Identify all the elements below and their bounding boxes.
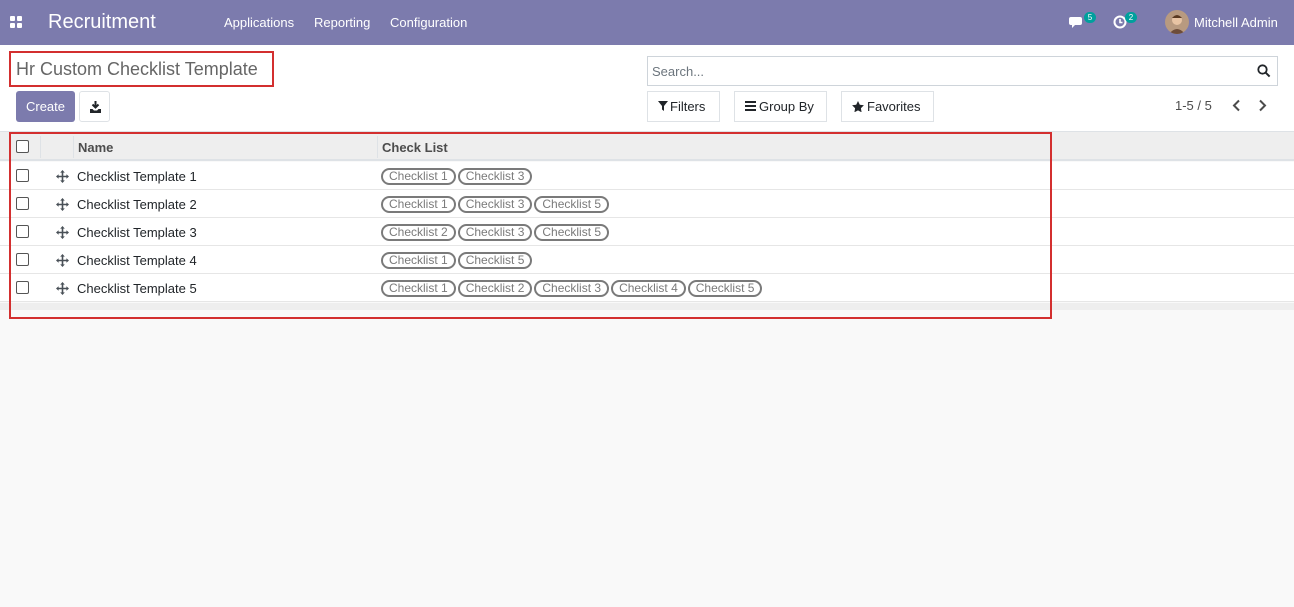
row-name: Checklist Template 4 bbox=[77, 253, 197, 268]
table-row[interactable]: Checklist Template 1 Checklist 1 Checklist… bbox=[0, 162, 1294, 190]
messages-badge: 5 bbox=[1084, 12, 1096, 23]
checklist-tags: Checklist 1 Checklist 3 bbox=[381, 168, 534, 185]
drag-handle-icon[interactable] bbox=[56, 282, 69, 295]
row-name: Checklist Template 3 bbox=[77, 225, 197, 240]
checklist-tag: Checklist 3 bbox=[457, 196, 533, 213]
checklist-tag: Checklist 2 bbox=[381, 224, 456, 241]
checklist-tag: Checklist 1 bbox=[381, 252, 456, 269]
search-input[interactable] bbox=[652, 61, 1252, 81]
group-by-button[interactable]: Group By bbox=[734, 91, 827, 122]
menu-configuration[interactable]: Configuration bbox=[390, 15, 467, 30]
app-title[interactable]: Recruitment bbox=[48, 10, 156, 34]
drag-handle-icon[interactable] bbox=[56, 226, 69, 239]
activities-badge: 2 bbox=[1125, 12, 1137, 23]
row-name: Checklist Template 2 bbox=[77, 197, 197, 212]
page-title: Hr Custom Checklist Template bbox=[16, 59, 258, 79]
checklist-tag: Checklist 3 bbox=[534, 280, 610, 297]
checklist-tags: Checklist 1 Checklist 2 Checklist 3 Checkli… bbox=[381, 280, 764, 297]
apps-grid-icon[interactable] bbox=[10, 16, 22, 28]
filters-button[interactable]: Filters bbox=[647, 91, 720, 122]
column-divider bbox=[73, 136, 74, 158]
checklist-tag: Checklist 5 bbox=[534, 196, 610, 213]
select-all-checkbox[interactable] bbox=[16, 140, 29, 153]
favorites-label: Favorites bbox=[867, 99, 921, 114]
chevron-left-icon[interactable] bbox=[1231, 99, 1241, 112]
row-checkbox[interactable] bbox=[16, 225, 29, 238]
list-view: Name Check List Checklist Template 1 Chec… bbox=[0, 132, 1294, 319]
table-header: Name Check List bbox=[0, 132, 1294, 161]
row-checkbox[interactable] bbox=[16, 197, 29, 210]
checklist-tag: Checklist 1 bbox=[381, 168, 456, 185]
chat-icon[interactable] bbox=[1069, 14, 1085, 30]
row-name: Checklist Template 1 bbox=[77, 169, 197, 184]
table-row[interactable]: Checklist Template 5 Checklist 1 Checklist… bbox=[0, 274, 1294, 302]
search-icon[interactable] bbox=[1257, 64, 1271, 78]
group-by-label: Group By bbox=[759, 99, 814, 114]
download-icon bbox=[90, 101, 101, 113]
row-name: Checklist Template 5 bbox=[77, 281, 197, 296]
checklist-tag: Checklist 5 bbox=[457, 252, 533, 269]
favorites-button[interactable]: Favorites bbox=[841, 91, 934, 122]
user-name[interactable]: Mitchell Admin bbox=[1194, 15, 1278, 30]
pager-value[interactable]: 1-5 / 5 bbox=[1175, 98, 1212, 113]
drag-handle-icon[interactable] bbox=[56, 198, 69, 211]
filters-label: Filters bbox=[670, 99, 706, 114]
checklist-tag: Checklist 5 bbox=[534, 224, 610, 241]
control-panel: Hr Custom Checklist Template Create Filt… bbox=[0, 45, 1294, 132]
checklist-tag: Checklist 2 bbox=[457, 280, 533, 297]
column-divider bbox=[377, 136, 378, 158]
row-checkbox[interactable] bbox=[16, 169, 29, 182]
row-checkbox[interactable] bbox=[16, 253, 29, 266]
menu-reporting[interactable]: Reporting bbox=[314, 15, 370, 30]
top-navbar: Recruitment Applications Reporting Confi… bbox=[0, 0, 1294, 45]
search-bar bbox=[647, 56, 1278, 86]
checklist-tag: Checklist 1 bbox=[381, 196, 456, 213]
chevron-right-icon[interactable] bbox=[1258, 99, 1268, 112]
table-row[interactable]: Checklist Template 3 Checklist 2 Checklist… bbox=[0, 218, 1294, 246]
avatar[interactable] bbox=[1165, 10, 1189, 34]
export-button[interactable] bbox=[79, 91, 110, 122]
column-divider bbox=[40, 136, 41, 158]
checklist-tag: Checklist 5 bbox=[687, 280, 763, 297]
drag-handle-icon[interactable] bbox=[56, 170, 69, 183]
checklist-tag: Checklist 3 bbox=[457, 224, 533, 241]
drag-handle-icon[interactable] bbox=[56, 254, 69, 267]
row-checkbox[interactable] bbox=[16, 281, 29, 294]
star-icon bbox=[852, 101, 864, 112]
checklist-tag: Checklist 4 bbox=[611, 280, 686, 297]
table-row[interactable]: Checklist Template 4 Checklist 1 Checklist… bbox=[0, 246, 1294, 274]
column-header-name[interactable]: Name bbox=[78, 140, 113, 155]
column-header-checklist[interactable]: Check List bbox=[382, 140, 448, 155]
create-button[interactable]: Create bbox=[16, 91, 75, 122]
filter-icon bbox=[658, 101, 668, 111]
menu-applications[interactable]: Applications bbox=[224, 15, 294, 30]
list-icon bbox=[745, 101, 756, 111]
checklist-tags: Checklist 1 Checklist 5 bbox=[381, 252, 534, 269]
table-footer bbox=[0, 303, 1294, 310]
checklist-tags: Checklist 2 Checklist 3 Checklist 5 bbox=[381, 224, 611, 241]
table-row[interactable]: Checklist Template 2 Checklist 1 Checklist… bbox=[0, 190, 1294, 218]
checklist-tag: Checklist 1 bbox=[381, 280, 456, 297]
checklist-tag: Checklist 3 bbox=[457, 168, 533, 185]
checklist-tags: Checklist 1 Checklist 3 Checklist 5 bbox=[381, 196, 611, 213]
